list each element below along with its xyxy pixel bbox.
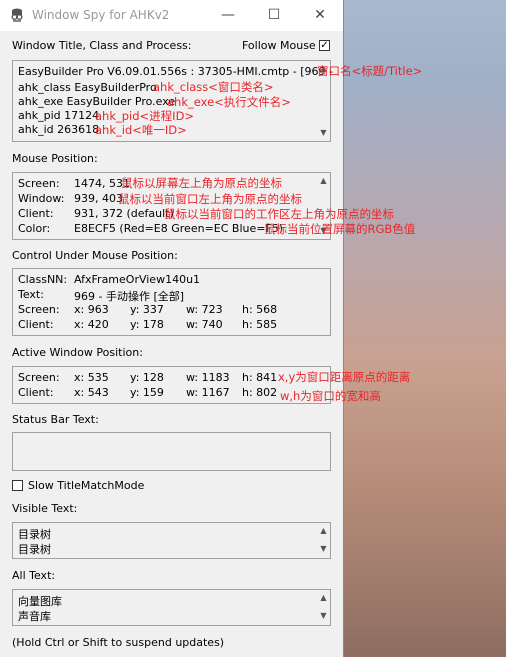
active-screen-x: x: 535 xyxy=(74,371,109,384)
all-text-line: 声音库 xyxy=(18,610,51,623)
active-screen-y: y: 128 xyxy=(130,371,164,384)
scroll-down-icon[interactable]: ▼ xyxy=(319,128,328,137)
maximize-button[interactable]: ☐ xyxy=(251,0,297,31)
active-client-w: w: 1167 xyxy=(186,386,230,399)
annotation-mouse-color: 鼠标当前位置屏幕的RGB色值 xyxy=(264,222,416,236)
statusbar-section-label: Status Bar Text: xyxy=(12,413,99,426)
ahk-app-icon xyxy=(11,8,23,22)
control-client-w: w: 740 xyxy=(186,318,223,331)
wininfo-exe: ahk_exe EasyBuilder Pro.exe xyxy=(18,95,176,108)
active-section-label: Active Window Position: xyxy=(12,346,143,359)
follow-mouse-label: Follow Mouse xyxy=(242,39,316,52)
mouse-client-value: 931, 372 (default) xyxy=(74,207,174,220)
wininfo-id: ahk_id 263618 xyxy=(18,123,100,136)
control-textbox[interactable]: ClassNN: AfxFrameOrView140u1 Text: 969 -… xyxy=(12,268,331,336)
alltext-section-label: All Text: xyxy=(12,569,56,582)
control-screen-key: Screen: xyxy=(18,303,60,316)
control-client-x: x: 420 xyxy=(74,318,109,331)
active-client-x: x: 543 xyxy=(74,386,109,399)
alltext-textbox[interactable]: 向量图库 声音库 ▲ ▼ xyxy=(12,589,331,626)
wintitle-section-label: Window Title, Class and Process: xyxy=(12,39,192,52)
active-screen-h: h: 841 xyxy=(242,371,278,384)
annotation-mouse-screen: 鼠标以屏幕左上角为原点的坐标 xyxy=(121,176,282,190)
annotation-id: ahk_id<唯一ID> xyxy=(95,123,187,137)
annotation-title: 窗口名<标题/Title> xyxy=(317,64,423,78)
control-classnn-key: ClassNN: xyxy=(18,273,68,286)
active-screen-key: Screen: xyxy=(18,371,60,384)
mouse-screen-key: Screen: xyxy=(18,177,60,190)
follow-mouse-checkbox[interactable]: ✓ xyxy=(319,40,330,51)
annotation-class: ahk_class<窗口类名> xyxy=(153,80,274,94)
control-section-label: Control Under Mouse Position: xyxy=(12,249,178,262)
control-screen-y: y: 337 xyxy=(130,303,164,316)
visible-textbox[interactable]: 目录树 目录树 ▲ ▼ xyxy=(12,522,331,559)
wininfo-class: ahk_class EasyBuilderPro xyxy=(18,81,157,94)
control-screen-w: w: 723 xyxy=(186,303,223,316)
control-client-y: y: 178 xyxy=(130,318,164,331)
control-client-key: Client: xyxy=(18,318,54,331)
slow-titlematch-label: Slow TitleMatchMode xyxy=(28,479,145,492)
window-title: Window Spy for AHKv2 xyxy=(32,8,170,22)
annotation-mouse-client: 鼠标以当前窗口的工作区左上角为原点的坐标 xyxy=(164,207,394,221)
close-button[interactable]: ✕ xyxy=(297,0,343,31)
minimize-button[interactable]: — xyxy=(205,0,251,31)
visible-section-label: Visible Text: xyxy=(12,502,78,515)
scroll-down-icon[interactable]: ▼ xyxy=(319,611,328,620)
mouse-window-value: 939, 403 xyxy=(74,192,123,205)
statusbar-textbox[interactable] xyxy=(12,432,331,471)
title-bar[interactable]: Window Spy for AHKv2 — ☐ ✕ xyxy=(0,0,343,31)
control-text-value: 969 - 手动操作 [全部] xyxy=(74,290,185,303)
mouse-color-value: E8ECF5 (Red=E8 Green=EC Blue=F5) xyxy=(74,222,284,235)
control-client-h: h: 585 xyxy=(242,318,278,331)
annotation-xy: x,y为窗口距离原点的距离 xyxy=(278,370,411,384)
visible-text-line: 目录树 xyxy=(18,528,51,541)
active-client-key: Client: xyxy=(18,386,54,399)
scroll-up-icon[interactable]: ▲ xyxy=(319,593,328,602)
active-client-h: h: 802 xyxy=(242,386,278,399)
wininfo-pid: ahk_pid 17124 xyxy=(18,109,100,122)
mouse-section-label: Mouse Position: xyxy=(12,152,98,165)
control-classnn-value: AfxFrameOrView140u1 xyxy=(74,273,201,286)
slow-titlematch-checkbox[interactable] xyxy=(12,480,23,491)
scroll-up-icon[interactable]: ▲ xyxy=(319,526,328,535)
mouse-color-key: Color: xyxy=(18,222,51,235)
scroll-up-icon[interactable]: ▲ xyxy=(319,176,328,185)
control-screen-x: x: 963 xyxy=(74,303,109,316)
mouse-client-key: Client: xyxy=(18,207,54,220)
all-text-line: 向量图库 xyxy=(18,595,62,608)
visible-text-line: 目录树 xyxy=(18,543,51,556)
scroll-down-icon[interactable]: ▼ xyxy=(319,544,328,553)
footer-hint: (Hold Ctrl or Shift to suspend updates) xyxy=(12,636,225,649)
active-client-y: y: 159 xyxy=(130,386,164,399)
annotation-mouse-window: 鼠标以当前窗口左上角为原点的坐标 xyxy=(118,192,302,206)
control-screen-h: h: 568 xyxy=(242,303,278,316)
active-screen-w: w: 1183 xyxy=(186,371,230,384)
check-icon: ✓ xyxy=(320,40,329,51)
control-text-key: Text: xyxy=(18,288,44,301)
annotation-wh: w,h为窗口的宽和高 xyxy=(280,389,381,403)
mouse-window-key: Window: xyxy=(18,192,65,205)
wininfo-title: EasyBuilder Pro V6.09.01.556s : 37305-HM… xyxy=(18,65,333,78)
